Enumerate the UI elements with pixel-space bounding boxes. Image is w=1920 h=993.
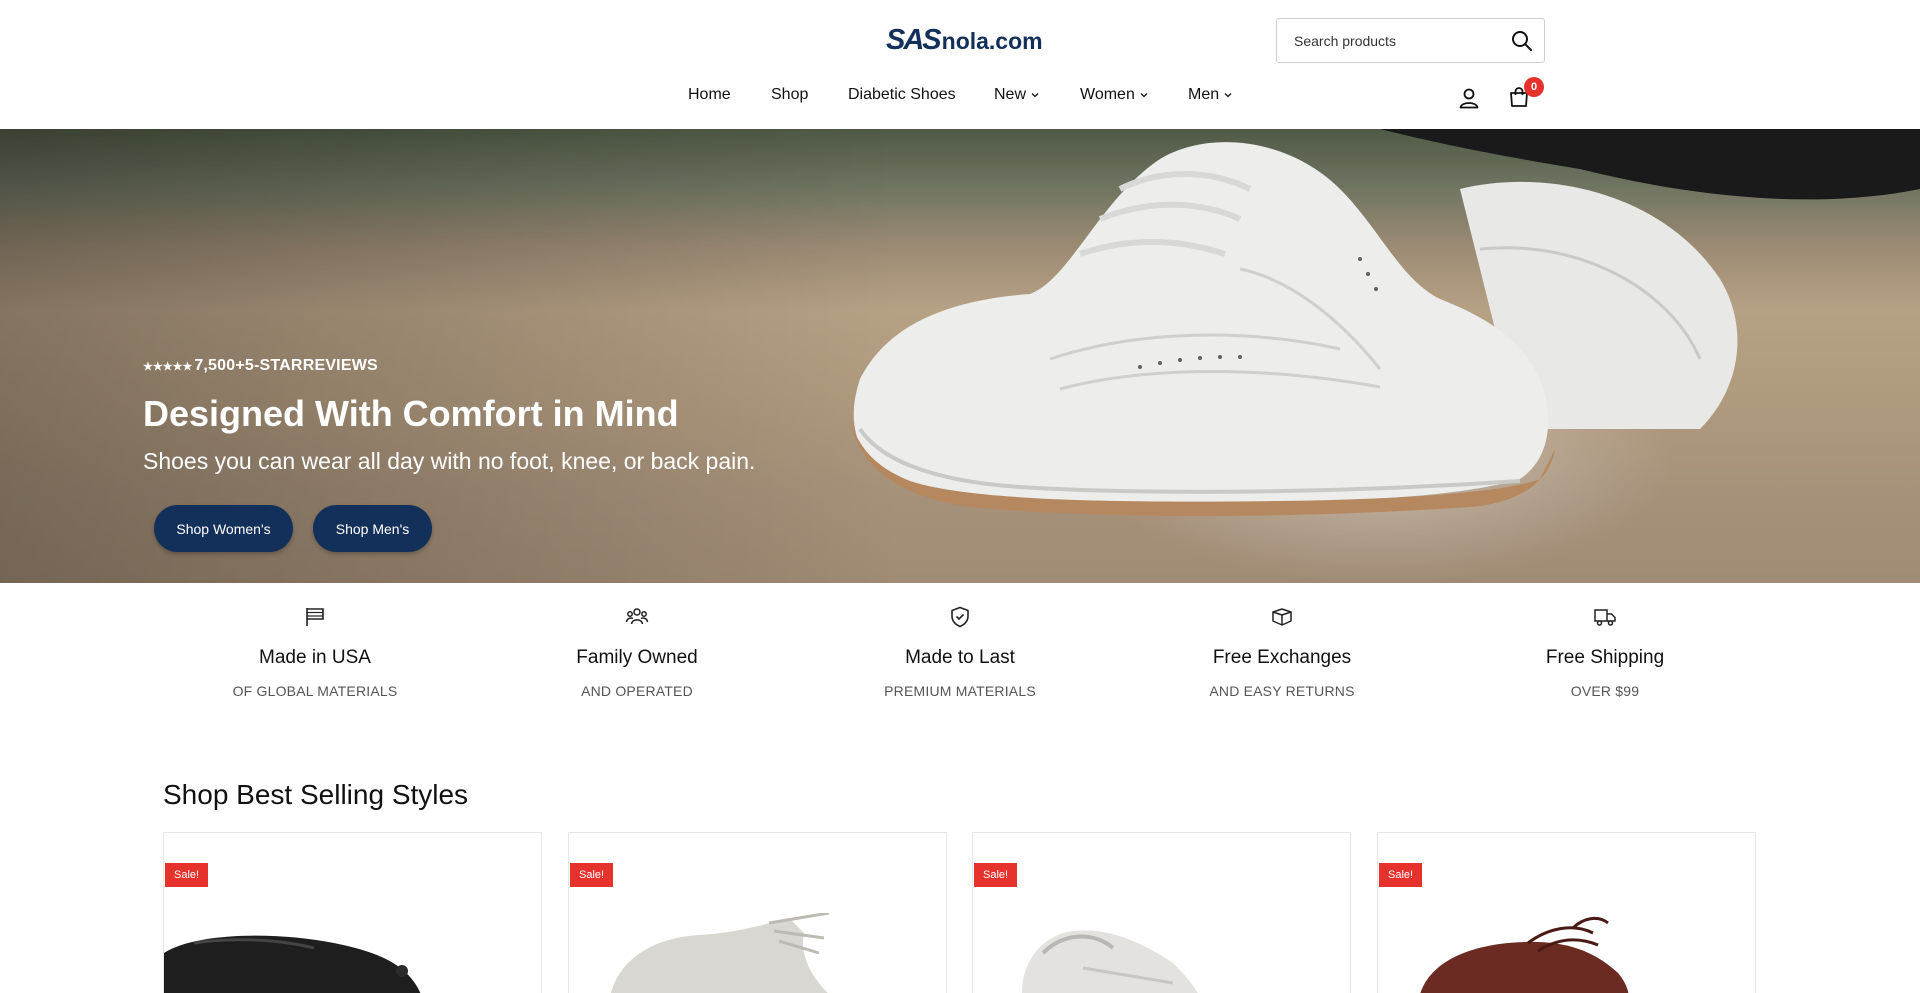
sale-badge: Sale! xyxy=(1379,863,1423,887)
shield-check-icon xyxy=(951,606,969,628)
feature-title: Made to Last xyxy=(905,647,1015,668)
nav-home-label: Home xyxy=(688,86,731,103)
shop-mens-button[interactable]: Shop Men's xyxy=(313,505,432,552)
feature-made-in-usa: Made in USA OF GLOBAL MATERIALS xyxy=(165,583,465,699)
nav-men-label: Men xyxy=(1188,86,1220,103)
site-header: SAS nola.com Home Shop Diabetic Shoes Ne… xyxy=(0,0,1920,129)
feature-subtitle: PREMIUM MATERIALS xyxy=(884,683,1036,699)
feature-title: Made in USA xyxy=(259,647,371,668)
hero-title: Designed With Comfort in Mind xyxy=(143,393,679,434)
nav-new-label: New xyxy=(994,86,1027,103)
product-card[interactable]: Sale! xyxy=(972,832,1351,993)
hero-subtitle: Shoes you can wear all day with no foot,… xyxy=(143,448,756,474)
nav-diabetic-shoes-label: Diabetic Shoes xyxy=(848,86,956,103)
logo-mark: SAS xyxy=(886,24,942,56)
hero-overlay xyxy=(0,129,900,583)
sale-badge: Sale! xyxy=(570,863,614,887)
product-image xyxy=(1420,916,1629,993)
nav-women[interactable]: Women xyxy=(1080,86,1148,104)
hero-banner: ★★★★★ 7,500+5-STARREVIEWS Designed With … xyxy=(0,129,1920,583)
product-image xyxy=(164,935,421,993)
logo-text: nola.com xyxy=(941,28,1043,54)
feature-free-shipping: Free Shipping OVER $99 xyxy=(1455,583,1755,699)
best-sellers-title: Shop Best Selling Styles xyxy=(163,779,469,810)
main-nav: Home Shop Diabetic Shoes New Women Men xyxy=(0,86,1920,112)
user-icon[interactable] xyxy=(1457,86,1481,110)
nav-women-label: Women xyxy=(1080,86,1135,103)
sale-badge: Sale! xyxy=(974,863,1018,887)
search-box xyxy=(1276,18,1545,63)
hero-shoe-image xyxy=(850,129,1920,517)
feature-subtitle: AND OPERATED xyxy=(581,683,693,699)
star-rating-icon: ★★★★★ xyxy=(143,360,193,373)
product-image xyxy=(610,913,830,993)
feature-family-owned: Family Owned AND OPERATED xyxy=(487,583,787,699)
nav-shop-label: Shop xyxy=(771,86,809,103)
nav-diabetic-shoes[interactable]: Diabetic Shoes xyxy=(848,86,956,104)
feature-title: Free Exchanges xyxy=(1212,647,1352,668)
site-logo[interactable]: SAS nola.com xyxy=(886,24,1043,56)
cart-count-badge: 0 xyxy=(1524,77,1544,97)
box-icon xyxy=(1272,608,1292,626)
feature-title: Free Shipping xyxy=(1545,647,1665,668)
nav-shop[interactable]: Shop xyxy=(771,86,808,104)
feature-subtitle: AND EASY RETURNS xyxy=(1209,683,1355,699)
family-icon xyxy=(625,608,649,625)
chevron-down-icon xyxy=(1224,93,1232,98)
feature-subtitle: OF GLOBAL MATERIALS xyxy=(232,683,398,699)
feature-title: Family Owned xyxy=(576,647,698,668)
product-card[interactable]: Sale! xyxy=(1377,832,1756,993)
feature-made-to-last: Made to Last PREMIUM MATERIALS xyxy=(810,583,1110,699)
nav-men[interactable]: Men xyxy=(1188,86,1232,104)
chevron-down-icon xyxy=(1140,93,1148,98)
feature-free-exchanges: Free Exchanges AND EASY RETURNS xyxy=(1132,583,1432,699)
feature-subtitle: OVER $99 xyxy=(1570,683,1640,699)
search-input[interactable] xyxy=(1277,19,1502,62)
hero-reviews: ★★★★★ 7,500+5-STARREVIEWS xyxy=(143,357,378,375)
search-icon[interactable] xyxy=(1510,29,1534,53)
features-strip: Made in USA OF GLOBAL MATERIALS Family O… xyxy=(0,583,1920,723)
product-image xyxy=(1022,930,1198,993)
sale-badge: Sale! xyxy=(165,863,209,887)
product-card[interactable]: Sale! xyxy=(163,832,542,993)
hero-reviews-text: 7,500+5-STARREVIEWS xyxy=(194,357,378,374)
shop-womens-button[interactable]: Shop Women's xyxy=(154,505,293,552)
nav-home[interactable]: Home xyxy=(688,86,731,104)
chevron-down-icon xyxy=(1031,93,1039,98)
product-card[interactable]: Sale! xyxy=(568,832,947,993)
flag-icon xyxy=(306,608,324,626)
nav-new[interactable]: New xyxy=(994,86,1039,104)
truck-icon xyxy=(1594,609,1616,626)
